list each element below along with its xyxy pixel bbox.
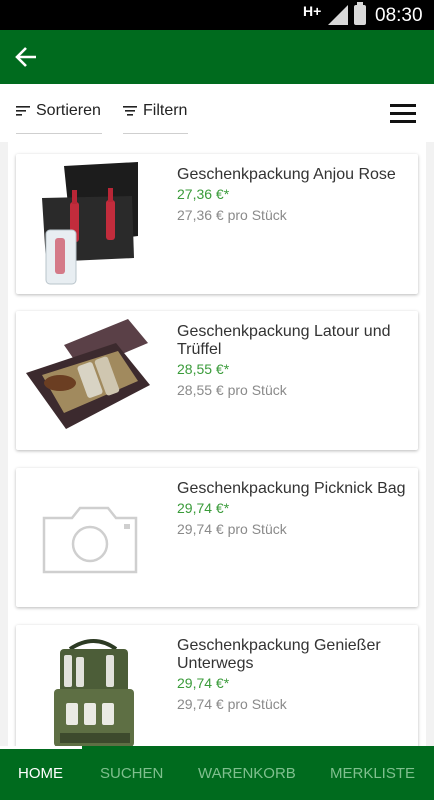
filter-icon bbox=[123, 106, 137, 116]
nav-cart[interactable]: WARENKORB bbox=[198, 746, 296, 800]
sort-button[interactable]: Sortieren bbox=[16, 84, 102, 134]
status-bar: H+ 08:30 bbox=[0, 0, 434, 30]
back-arrow-icon[interactable] bbox=[14, 46, 38, 68]
product-title: Geschenkpackung Latour und Trüffel bbox=[177, 323, 391, 358]
product-image bbox=[54, 639, 134, 746]
app-bar bbox=[0, 30, 434, 84]
filter-button[interactable]: Filtern bbox=[123, 84, 188, 134]
battery-icon bbox=[354, 2, 366, 25]
signal-icon bbox=[328, 5, 348, 25]
sort-icon bbox=[16, 106, 30, 116]
product-price: 29,74 €* bbox=[177, 500, 230, 516]
hamburger-menu-icon[interactable] bbox=[390, 104, 416, 124]
filter-label: Filtern bbox=[143, 102, 188, 119]
product-title: Geschenkpackung Anjou Rose bbox=[177, 166, 396, 183]
camera-placeholder-icon bbox=[42, 506, 138, 574]
product-unit-price: 27,36 € pro Stück bbox=[177, 207, 287, 223]
product-unit-price: 28,55 € pro Stück bbox=[177, 382, 287, 398]
product-unit-price: 29,74 € pro Stück bbox=[177, 521, 287, 537]
product-title: Geschenkpackung Picknick Bag bbox=[177, 480, 406, 497]
product-card[interactable]: Geschenkpackung Anjou Rose 27,36 €* 27,3… bbox=[16, 154, 418, 294]
product-card[interactable]: Geschenkpackung Genießer Unterwegs 29,74… bbox=[16, 625, 418, 746]
product-image bbox=[26, 319, 150, 429]
product-price: 29,74 €* bbox=[177, 675, 230, 691]
sort-label: Sortieren bbox=[36, 102, 101, 119]
product-price: 27,36 €* bbox=[177, 186, 230, 202]
network-type: H+ bbox=[303, 3, 322, 19]
nav-search[interactable]: SUCHEN bbox=[100, 746, 163, 800]
filter-toolbar: Sortieren Filtern bbox=[0, 84, 434, 142]
product-image bbox=[42, 162, 138, 285]
product-unit-price: 29,74 € pro Stück bbox=[177, 696, 287, 712]
nav-wishlist[interactable]: MERKLISTE bbox=[330, 746, 415, 800]
product-title: Geschenkpackung Genießer Unterwegs bbox=[177, 637, 381, 672]
product-price: 28,55 €* bbox=[177, 361, 230, 377]
nav-home[interactable]: HOME bbox=[18, 746, 63, 800]
product-card[interactable]: Geschenkpackung Picknick Bag 29,74 €* 29… bbox=[16, 468, 418, 607]
bottom-nav: HOME SUCHEN WARENKORB MERKLISTE bbox=[0, 746, 434, 800]
clock: 08:30 bbox=[375, 5, 423, 26]
product-card[interactable]: Geschenkpackung Latour und Trüffel 28,55… bbox=[16, 311, 418, 450]
product-list: Geschenkpackung Anjou Rose 27,36 €* 27,3… bbox=[8, 142, 426, 746]
